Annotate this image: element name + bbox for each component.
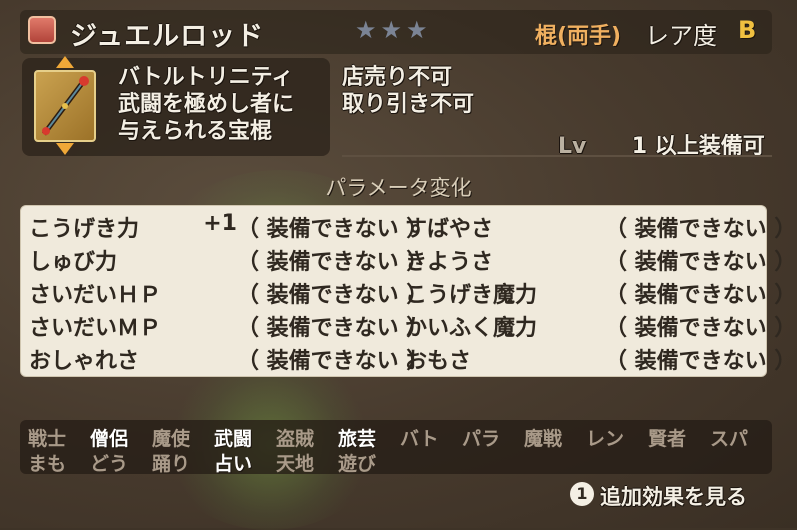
param-row: おもさ （ 装備できない ）: [405, 343, 796, 374]
param-row: すばやさ （ 装備できない ）: [405, 211, 796, 242]
param-status: （ 装備できない ）: [605, 250, 797, 275]
shop-restriction: 店売り不可: [342, 65, 453, 90]
param-row: さいだいＭＰ （ 装備できない ）: [29, 310, 428, 341]
quality-stars: ★★★: [355, 16, 432, 44]
param-status: （ 装備できない ）: [237, 349, 429, 374]
job-equippable: 武闘: [214, 428, 253, 450]
param-status: （ 装備できない ）: [605, 283, 797, 308]
param-name: さいだいＨＰ: [29, 283, 162, 308]
param-name: きようさ: [405, 250, 494, 275]
job-not-equippable: 戦士: [28, 428, 67, 450]
job-equippable: 僧侶: [90, 428, 129, 450]
job-equippable: 旅芸: [338, 428, 377, 450]
parameter-title: パラメータ変化: [325, 176, 472, 200]
job-not-equippable: 魔戦: [524, 428, 563, 450]
param-status: （ 装備できない ）: [237, 283, 429, 308]
param-row: しゅび力 （ 装備できない ）: [29, 244, 428, 275]
button-1-icon[interactable]: 1: [570, 482, 594, 506]
job-not-equippable: 盗賊: [276, 428, 315, 450]
job-not-equippable: 魔使: [152, 428, 191, 450]
job-not-equippable: 遊び: [338, 453, 377, 475]
param-delta: +1: [203, 211, 237, 236]
param-name: かいふく魔力: [405, 316, 538, 341]
param-row: きようさ （ 装備できない ）: [405, 244, 796, 275]
param-row: かいふく魔力 （ 装備できない ）: [405, 310, 796, 341]
param-status: （ 装備できない ）: [605, 217, 797, 242]
param-row: こうげき力 +1 （ 装備できない ）: [29, 211, 428, 242]
job-not-equippable: 天地: [276, 453, 315, 475]
item-category: 棍(両手): [535, 24, 622, 49]
job-not-equippable: パラ: [462, 428, 501, 450]
param-status: （ 装備できない ）: [237, 316, 429, 341]
param-name: おしゃれさ: [29, 349, 140, 374]
param-status: （ 装備できない ）: [605, 316, 797, 341]
rod-icon: [42, 76, 89, 136]
description-line: 与えられる宝棍: [118, 119, 273, 144]
job-not-equippable: バト: [400, 428, 439, 450]
job-not-equippable: 踊り: [152, 453, 191, 475]
param-name: さいだいＭＰ: [29, 316, 162, 341]
next-item-arrow[interactable]: [56, 143, 74, 155]
parameter-table: こうげき力 +1 （ 装備できない ） しゅび力 （ 装備できない ） さいだい…: [20, 205, 796, 377]
job-equippable: 占い: [214, 453, 253, 475]
job-not-equippable: スパ: [710, 428, 749, 450]
job-not-equippable: どう: [90, 453, 129, 475]
job-not-equippable: 賢者: [648, 428, 687, 450]
param-row: さいだいＨＰ （ 装備できない ）: [29, 277, 428, 308]
job-not-equippable: レン: [586, 428, 625, 450]
job-not-equippable: まも: [28, 453, 67, 475]
param-row: こうげき魔力 （ 装備できない ）: [405, 277, 796, 308]
trade-restrictions: 店売り不可 取り引き不可: [342, 64, 474, 118]
item-thumbnail: [34, 70, 96, 142]
param-status: （ 装備できない ）: [605, 349, 797, 374]
param-name: こうげき力: [29, 217, 140, 242]
item-description: バトルトリニティ 武闘を極めし者に 与えられる宝棍: [118, 64, 294, 145]
previous-item-arrow[interactable]: [56, 56, 74, 68]
item-name: ジュエルロッド: [70, 21, 265, 52]
param-name: すばやさ: [405, 217, 494, 242]
param-name: おもさ: [405, 349, 472, 374]
param-name: こうげき魔力: [405, 283, 538, 308]
rarity-label: レア度: [645, 22, 717, 50]
param-status: （ 装備できない ）: [237, 250, 429, 275]
show-extra-effects-hint[interactable]: 追加効果を見る: [600, 481, 747, 511]
param-name: しゅび力: [29, 250, 118, 275]
trade-restriction: 取り引き不可: [342, 92, 475, 117]
rarity-value: B: [738, 16, 757, 44]
param-status: （ 装備できない ）: [237, 217, 429, 242]
description-line: バトルトリニティ: [118, 65, 294, 90]
divider: [342, 155, 772, 157]
param-row: おしゃれさ （ 装備できない ）: [29, 343, 428, 374]
staff-category-icon: [28, 16, 56, 44]
description-line: 武闘を極めし者に: [118, 92, 295, 117]
